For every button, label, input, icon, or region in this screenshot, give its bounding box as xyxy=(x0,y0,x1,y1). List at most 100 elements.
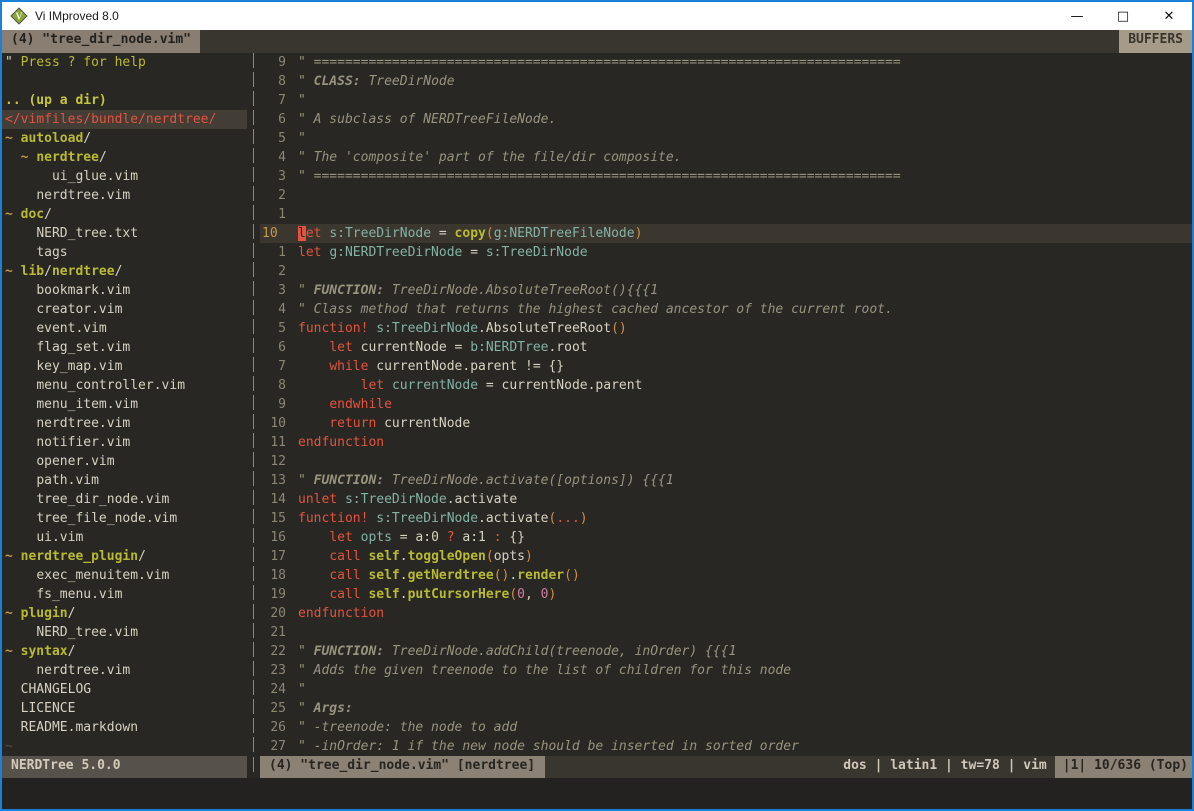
code-line[interactable]: 5" xyxy=(260,129,1192,148)
code-line[interactable]: 1let g:NERDTreeDirNode = s:TreeDirNode xyxy=(260,243,1192,262)
close-button[interactable]: ✕ xyxy=(1146,2,1192,30)
code-line[interactable]: 25" Args: xyxy=(260,699,1192,718)
code-line[interactable]: 4" The 'composite' part of the file/dir … xyxy=(260,148,1192,167)
code-line[interactable]: 9 endwhile xyxy=(260,395,1192,414)
tree-row[interactable]: README.markdown xyxy=(2,718,247,737)
tree-row[interactable]: key_map.vim xyxy=(2,357,247,376)
statusline-position: |1| 10/636 (Top) xyxy=(1055,756,1192,778)
tree-row[interactable]: .. (up a dir) xyxy=(2,91,247,110)
tree-row[interactable]: opener.vim xyxy=(2,452,247,471)
tree-row[interactable]: fs_menu.vim xyxy=(2,585,247,604)
tree-row[interactable]: event.vim xyxy=(2,319,247,338)
nerdtree-statusline: NERDTree 5.0.0 xyxy=(2,756,247,778)
tree-row[interactable] xyxy=(2,72,247,91)
tree-row[interactable]: bookmark.vim xyxy=(2,281,247,300)
tree-row[interactable]: LICENCE xyxy=(2,699,247,718)
line-number: 8 xyxy=(262,376,286,395)
code-line[interactable]: 10 return currentNode xyxy=(260,414,1192,433)
code-text: " FUNCTION: TreeDirNode.addChild(treenod… xyxy=(298,642,736,661)
tree-row[interactable]: ~ nerdtree_plugin/ xyxy=(2,547,247,566)
line-number: 20 xyxy=(262,604,286,623)
code-line[interactable]: 18 call self.getNerdtree().render() xyxy=(260,566,1192,585)
tree-row[interactable]: menu_item.vim xyxy=(2,395,247,414)
code-line[interactable]: 6" A subclass of NERDTreeFileNode. xyxy=(260,110,1192,129)
code-line[interactable]: 3" FUNCTION: TreeDirNode.AbsoluteTreeRoo… xyxy=(260,281,1192,300)
code-text: " ======================================… xyxy=(298,167,901,186)
code-line[interactable]: 27 " -inOrder: 1 if the new node should b… xyxy=(260,737,1192,756)
code-line[interactable]: 12 xyxy=(260,452,1192,471)
tree-row[interactable]: ~ xyxy=(2,737,247,756)
line-number: 18 xyxy=(262,566,286,585)
minimize-button[interactable]: — xyxy=(1054,2,1100,30)
code-line[interactable]: 22" FUNCTION: TreeDirNode.addChild(treen… xyxy=(260,642,1192,661)
code-line[interactable]: 20endfunction xyxy=(260,604,1192,623)
code-line[interactable]: 26" -treenode: the node to add xyxy=(260,718,1192,737)
code-line[interactable]: 4" Class method that returns the highest… xyxy=(260,300,1192,319)
code-line[interactable]: 11endfunction xyxy=(260,433,1192,452)
tree-row[interactable]: menu_controller.vim xyxy=(2,376,247,395)
code-line[interactable]: 24" xyxy=(260,680,1192,699)
code-line[interactable]: 1 xyxy=(260,205,1192,224)
tree-row[interactable]: notifier.vim xyxy=(2,433,247,452)
tree-row[interactable]: ~ plugin/ xyxy=(2,604,247,623)
tree-row[interactable]: tree_file_node.vim xyxy=(2,509,247,528)
tree-row[interactable]: tree_dir_node.vim xyxy=(2,490,247,509)
maximize-button[interactable]: □ xyxy=(1100,2,1146,30)
line-number: 27 xyxy=(262,737,286,756)
tree-row[interactable]: path.vim xyxy=(2,471,247,490)
code-line[interactable]: 23" Adds the given treenode to the list … xyxy=(260,661,1192,680)
tree-row[interactable]: nerdtree.vim xyxy=(2,414,247,433)
tree-row[interactable]: creator.vim xyxy=(2,300,247,319)
code-line[interactable]: 8" CLASS: TreeDirNode xyxy=(260,72,1192,91)
tree-row[interactable]: flag_set.vim xyxy=(2,338,247,357)
tree-row[interactable]: nerdtree.vim xyxy=(2,186,247,205)
line-number: 2 xyxy=(262,186,286,205)
code-line[interactable]: 6 let currentNode = b:NERDTree.root xyxy=(260,338,1192,357)
code-text: let currentNode = b:NERDTree.root xyxy=(298,338,588,357)
code-text: return currentNode xyxy=(298,414,470,433)
code-line[interactable]: 7" xyxy=(260,91,1192,110)
code-text: let currentNode = currentNode.parent xyxy=(298,376,642,395)
code-line[interactable]: 13" FUNCTION: TreeDirNode.activate([opti… xyxy=(260,471,1192,490)
statusline-separator xyxy=(247,756,260,778)
code-line[interactable]: 7 while currentNode.parent != {} xyxy=(260,357,1192,376)
tree-row[interactable]: NERD_tree.txt xyxy=(2,224,247,243)
tree-row[interactable]: ~ doc/ xyxy=(2,205,247,224)
code-line[interactable]: 2 xyxy=(260,262,1192,281)
tree-row[interactable]: ui_glue.vim xyxy=(2,167,247,186)
code-line[interactable]: 3" =====================================… xyxy=(260,167,1192,186)
line-number: 5 xyxy=(262,129,286,148)
tree-row[interactable]: ~ nerdtree/ xyxy=(2,148,247,167)
tree-row[interactable]: ui.vim xyxy=(2,528,247,547)
code-line[interactable]: 21 xyxy=(260,623,1192,642)
code-line[interactable]: 19 call self.putCursorHere(0, 0) xyxy=(260,585,1192,604)
window-separator[interactable] xyxy=(247,53,260,756)
code-line[interactable]: 2 xyxy=(260,186,1192,205)
statusline: NERDTree 5.0.0 (4) "tree_dir_node.vim" [… xyxy=(2,756,1192,778)
line-number: 16 xyxy=(262,528,286,547)
tree-row[interactable]: exec_menuitem.vim xyxy=(2,566,247,585)
tree-row[interactable]: </vimfiles/bundle/nerdtree/ xyxy=(2,110,247,129)
tree-row[interactable]: ~ autoload/ xyxy=(2,129,247,148)
code-line[interactable]: 16 let opts = a:0 ? a:1 : {} xyxy=(260,528,1192,547)
tree-row[interactable]: ~ lib/nerdtree/ xyxy=(2,262,247,281)
tab-tree-dir-node[interactable]: (4) "tree_dir_node.vim" xyxy=(2,30,200,53)
code-text: " FUNCTION: TreeDirNode.activate([option… xyxy=(298,471,674,490)
code-text: " A subclass of NERDTreeFileNode. xyxy=(298,110,556,129)
code-line[interactable]: 9" =====================================… xyxy=(260,53,1192,72)
tree-row[interactable]: ~ syntax/ xyxy=(2,642,247,661)
tree-row[interactable]: tags xyxy=(2,243,247,262)
code-line[interactable]: 8 let currentNode = currentNode.parent xyxy=(260,376,1192,395)
tree-row[interactable]: CHANGELOG xyxy=(2,680,247,699)
code-line[interactable]: 10let s:TreeDirNode = copy(g:NERDTreeFil… xyxy=(260,224,1192,243)
tree-row[interactable]: " Press ? for help xyxy=(2,53,247,72)
tree-row[interactable]: NERD_tree.vim xyxy=(2,623,247,642)
tree-row[interactable]: nerdtree.vim xyxy=(2,661,247,680)
code-line[interactable]: 15function! s:TreeDirNode.activate(...) xyxy=(260,509,1192,528)
code-line[interactable]: 14unlet s:TreeDirNode.activate xyxy=(260,490,1192,509)
code-text: " -inOrder: 1 if the new node should be … xyxy=(298,737,799,756)
code-text: " CLASS: TreeDirNode xyxy=(298,72,455,91)
code-line[interactable]: 5function! s:TreeDirNode.AbsoluteTreeRoo… xyxy=(260,319,1192,338)
code-line[interactable]: 17 call self.toggleOpen(opts) xyxy=(260,547,1192,566)
code-text: let g:NERDTreeDirNode = s:TreeDirNode xyxy=(298,243,588,262)
